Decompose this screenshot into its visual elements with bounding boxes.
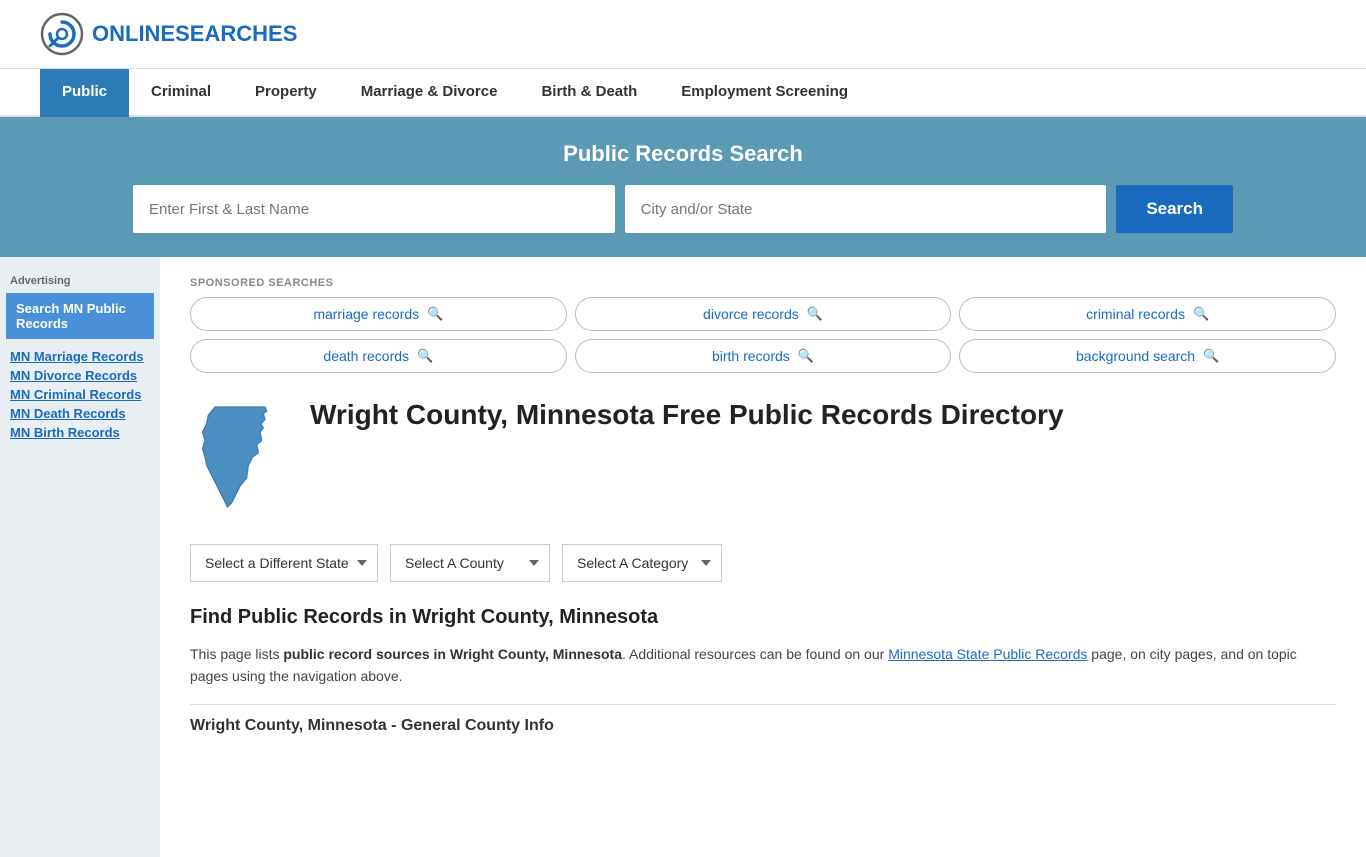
- nav-item-public[interactable]: Public: [40, 69, 129, 117]
- search-icon-6: 🔍: [1203, 348, 1219, 364]
- main-nav: Public Criminal Property Marriage & Divo…: [0, 69, 1366, 117]
- category-dropdown[interactable]: Select A Category: [562, 544, 722, 582]
- tag-marriage-records[interactable]: marriage records 🔍: [190, 297, 567, 331]
- tag-background-label: background search: [1076, 348, 1195, 364]
- tag-birth-records[interactable]: birth records 🔍: [575, 339, 952, 373]
- search-tags: marriage records 🔍 divorce records 🔍 cri…: [190, 297, 1336, 373]
- search-icon-4: 🔍: [417, 348, 433, 364]
- search-icon-1: 🔍: [427, 306, 443, 322]
- page-title: Wright County, Minnesota Free Public Rec…: [310, 397, 1064, 433]
- logo: ONLINESEARCHES: [40, 12, 297, 56]
- nav-item-property[interactable]: Property: [233, 69, 339, 117]
- nav-item-birth-death[interactable]: Birth & Death: [519, 69, 659, 117]
- location-input[interactable]: [625, 185, 1107, 233]
- search-banner-title: Public Records Search: [40, 141, 1326, 167]
- sidebar-ad-label: Advertising: [0, 267, 160, 291]
- tag-criminal-label: criminal records: [1086, 306, 1185, 322]
- nav-item-employment[interactable]: Employment Screening: [659, 69, 870, 117]
- tag-divorce-records[interactable]: divorce records 🔍: [575, 297, 952, 331]
- tag-birth-label: birth records: [712, 348, 790, 364]
- county-info-title: Wright County, Minnesota - General Count…: [190, 704, 1336, 735]
- tag-death-records[interactable]: death records 🔍: [190, 339, 567, 373]
- search-button[interactable]: Search: [1116, 185, 1233, 233]
- search-icon-3: 🔍: [1193, 306, 1209, 322]
- search-form: Search: [133, 185, 1233, 233]
- sidebar-link-birth[interactable]: MN Birth Records: [10, 425, 150, 440]
- title-section: Wright County, Minnesota Free Public Rec…: [190, 397, 1336, 520]
- sidebar-links: MN Marriage Records MN Divorce Records M…: [0, 341, 160, 452]
- state-dropdown[interactable]: Select a Different State: [190, 544, 378, 582]
- find-records-desc: This page lists public record sources in…: [190, 643, 1336, 688]
- tag-background-search[interactable]: background search 🔍: [959, 339, 1336, 373]
- tag-divorce-label: divorce records: [703, 306, 799, 322]
- main-wrapper: Advertising Search MN Public Records MN …: [0, 257, 1366, 857]
- search-icon-2: 🔍: [807, 306, 823, 322]
- tag-death-label: death records: [323, 348, 409, 364]
- search-banner: Public Records Search Search: [0, 117, 1366, 257]
- find-desc-text-2: . Additional resources can be found on o…: [622, 646, 888, 662]
- find-records-title: Find Public Records in Wright County, Mi…: [190, 606, 1336, 629]
- logo-icon: [40, 12, 84, 56]
- nav-item-criminal[interactable]: Criminal: [129, 69, 233, 117]
- minnesota-link[interactable]: Minnesota State Public Records: [888, 646, 1087, 662]
- content-area: SPONSORED SEARCHES marriage records 🔍 di…: [160, 257, 1366, 857]
- sidebar-ad-button[interactable]: Search MN Public Records: [6, 293, 154, 339]
- sidebar-link-death[interactable]: MN Death Records: [10, 406, 150, 421]
- dropdowns: Select a Different State Select A County…: [190, 544, 1336, 582]
- sidebar-link-criminal[interactable]: MN Criminal Records: [10, 387, 150, 402]
- county-dropdown[interactable]: Select A County: [390, 544, 550, 582]
- state-map: [190, 397, 290, 520]
- find-desc-bold: public record sources in Wright County, …: [283, 646, 622, 662]
- header: ONLINESEARCHES: [0, 0, 1366, 69]
- tag-criminal-records[interactable]: criminal records 🔍: [959, 297, 1336, 331]
- sidebar-link-divorce[interactable]: MN Divorce Records: [10, 368, 150, 383]
- tag-marriage-label: marriage records: [313, 306, 419, 322]
- name-input[interactable]: [133, 185, 615, 233]
- logo-text: ONLINESEARCHES: [92, 21, 297, 47]
- find-desc-text-1: This page lists: [190, 646, 283, 662]
- sidebar-link-marriage[interactable]: MN Marriage Records: [10, 349, 150, 364]
- sidebar: Advertising Search MN Public Records MN …: [0, 257, 160, 857]
- search-icon-5: 🔍: [798, 348, 814, 364]
- sponsored-label: SPONSORED SEARCHES: [190, 277, 1336, 289]
- nav-item-marriage-divorce[interactable]: Marriage & Divorce: [339, 69, 520, 117]
